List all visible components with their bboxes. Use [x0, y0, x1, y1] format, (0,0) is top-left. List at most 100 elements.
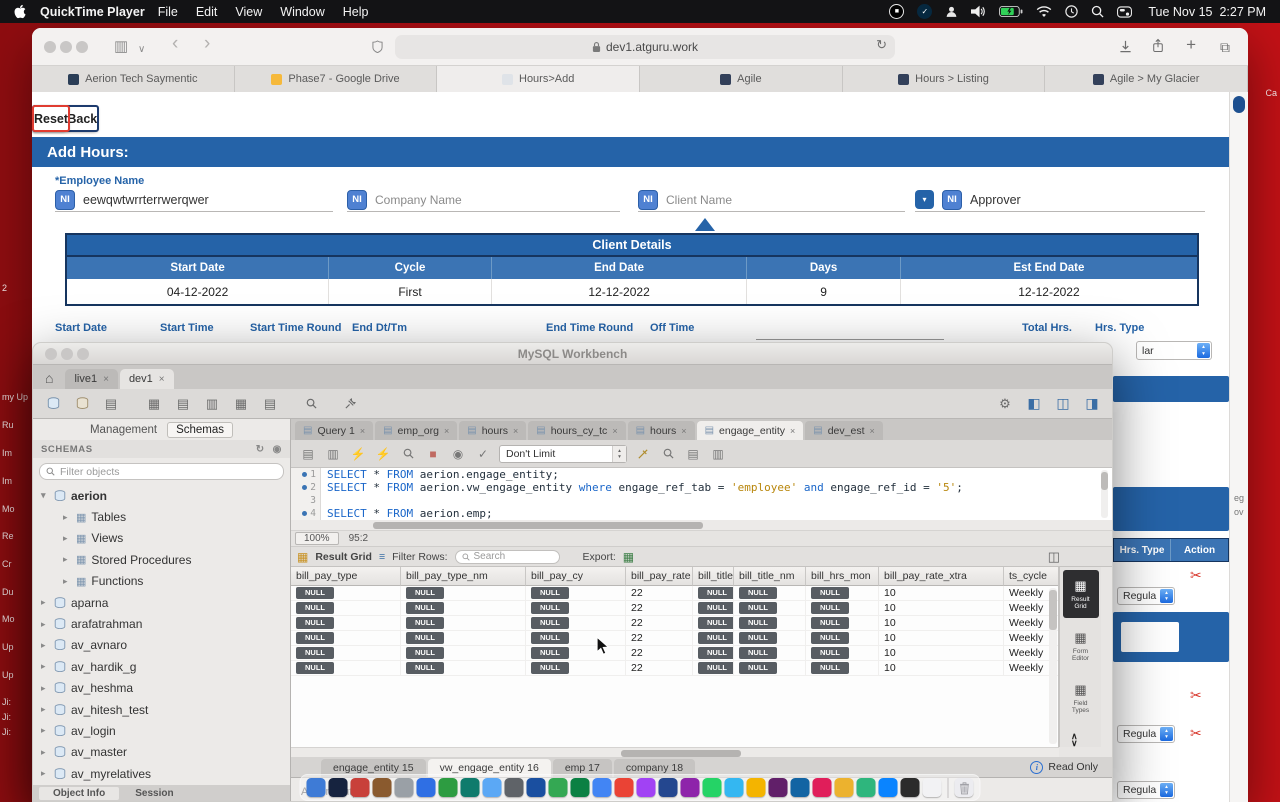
sidebar-bottom-tab[interactable]: Object Info — [39, 787, 119, 800]
grid-cell[interactable]: NULL — [693, 631, 734, 645]
execute-current-icon[interactable]: ⚡ — [374, 445, 392, 463]
back-icon[interactable]: ‹ — [172, 34, 178, 54]
tree-collapsed-icon[interactable]: ▸ — [41, 747, 49, 758]
menubar-menu-item[interactable]: Window — [280, 5, 324, 19]
info-icon[interactable]: i — [1030, 761, 1043, 774]
column-header[interactable]: bill_hrs_mon — [806, 567, 879, 586]
approver-dropdown-icon[interactable]: ▾ — [915, 190, 934, 209]
window-zoom-button[interactable] — [77, 348, 89, 360]
grid-cell[interactable]: 10 — [879, 631, 1004, 645]
close-icon[interactable]: × — [513, 426, 518, 436]
grid-cell[interactable]: NULL — [291, 661, 401, 675]
dock-app-icon[interactable] — [813, 778, 832, 797]
tree-collapsed-icon[interactable]: ▸ — [41, 661, 49, 672]
schema-tree-item[interactable]: ▸ av_master — [33, 742, 290, 763]
tree-collapsed-icon[interactable]: ▸ — [41, 725, 49, 736]
schema-tree-item-aerion[interactable]: ▾ aerion — [33, 485, 290, 506]
tree-collapsed-icon[interactable]: ▸ — [63, 576, 71, 587]
dock-app-icon[interactable] — [879, 778, 898, 797]
tree-collapsed-icon[interactable]: ▸ — [41, 597, 49, 608]
user-icon[interactable] — [945, 5, 958, 18]
export-recordset-icon[interactable]: ▦ — [623, 550, 634, 564]
hrs-type-row-select[interactable]: Regula ▴▾ — [1117, 725, 1175, 743]
tree-collapsed-icon[interactable]: ▸ — [41, 640, 49, 651]
menubar-menu-item[interactable]: File — [158, 5, 178, 19]
toggle-output-panel-icon[interactable]: ◫ — [1053, 394, 1073, 414]
grid-cell[interactable]: NULL — [526, 616, 626, 630]
grid-cell[interactable]: NULL — [806, 586, 879, 600]
approver-field[interactable]: ▾ NI Approver — [915, 188, 1205, 212]
share-icon[interactable] — [1152, 38, 1164, 53]
close-icon[interactable]: × — [360, 426, 365, 436]
wifi-icon[interactable] — [1036, 6, 1052, 18]
grid-cell[interactable]: NULL — [401, 601, 526, 615]
tree-collapsed-icon[interactable]: ▸ — [41, 683, 49, 694]
browser-tab[interactable]: Phase7 - Google Drive — [235, 66, 438, 92]
grid-cell[interactable]: 22 — [626, 586, 693, 600]
grid-cell[interactable]: NULL — [693, 661, 734, 675]
tree-collapsed-icon[interactable]: ▸ — [63, 512, 71, 523]
shield-check-icon[interactable]: ✓ — [917, 4, 932, 19]
dock-app-icon[interactable] — [395, 778, 414, 797]
window-close-button[interactable] — [45, 348, 57, 360]
schema-tree-item[interactable]: ▸ av_avnaro — [33, 635, 290, 656]
grid-cell[interactable]: NULL — [806, 601, 879, 615]
grid-cell[interactable]: NULL — [734, 661, 806, 675]
inspector-icon[interactable] — [301, 394, 321, 414]
schema-tree-item[interactable]: ▸ av_login — [33, 720, 290, 741]
page-scrollbar[interactable]: eg ov — [1229, 92, 1248, 802]
toggle-result-panel-icon[interactable]: ◫ — [1048, 549, 1060, 565]
close-icon[interactable]: × — [103, 374, 109, 385]
filter-rows-search-input[interactable]: Search — [455, 550, 560, 564]
tree-collapsed-icon[interactable]: ▸ — [41, 768, 49, 779]
column-header[interactable]: bill_pay_type_nm — [401, 567, 526, 586]
table-row[interactable]: NULLNULLNULL22NULLNULLNULL10Weekly — [291, 631, 1059, 646]
volume-icon[interactable] — [971, 5, 986, 18]
dock-app-icon[interactable] — [791, 778, 810, 797]
find-icon[interactable] — [659, 445, 677, 463]
browser-tab[interactable]: Aerion Tech Saymentic — [32, 66, 235, 92]
grid-cell[interactable]: NULL — [693, 646, 734, 660]
window-minimize-button[interactable] — [60, 41, 72, 53]
close-icon[interactable]: × — [681, 426, 686, 436]
table-row[interactable]: NULLNULLNULL22NULLNULLNULL10Weekly — [291, 661, 1059, 676]
scrollbar-thumb[interactable] — [1233, 96, 1245, 113]
delete-row-scissors-icon[interactable]: ✂ — [1190, 687, 1202, 704]
sql-editor[interactable]: 1 SELECT * FROM aerion.engage_entity; 2 … — [291, 468, 1112, 520]
dock-app-icon[interactable] — [835, 778, 854, 797]
tree-expanded-icon[interactable]: ▾ — [41, 490, 49, 501]
grid-cell[interactable]: 22 — [626, 601, 693, 615]
forward-icon[interactable]: › — [204, 34, 210, 54]
collapse-chevrons-icon[interactable]: ∧∨ — [1071, 733, 1078, 747]
grid-cell[interactable]: NULL — [734, 601, 806, 615]
hrs-type-select[interactable]: lar ▴▾ — [1136, 341, 1212, 360]
dock-app-icon[interactable] — [351, 778, 370, 797]
grid-cell[interactable]: NULL — [526, 631, 626, 645]
table-row[interactable]: NULLNULLNULL22NULLNULLNULL10Weekly — [291, 646, 1059, 661]
hrs-type-row-select[interactable]: Regula ▴▾ — [1117, 587, 1175, 605]
spotlight-search-icon[interactable] — [1091, 5, 1104, 18]
tab-overview-icon[interactable]: ⧉ — [1220, 37, 1230, 57]
code-line[interactable]: 1 SELECT * FROM aerion.engage_entity; — [291, 468, 1112, 481]
close-icon[interactable]: × — [159, 374, 165, 385]
query-tab[interactable]: ▤ hours_cy_tc × — [528, 421, 625, 440]
tree-collapsed-icon[interactable]: ▸ — [41, 619, 49, 630]
grid-cell[interactable]: NULL — [291, 646, 401, 660]
column-header[interactable]: bill_pay_rate — [626, 567, 693, 586]
home-tab-icon[interactable]: ⌂ — [45, 370, 53, 386]
grid-cell[interactable]: 22 — [626, 631, 693, 645]
query-tab[interactable]: ▤ hours × — [628, 421, 695, 440]
reload-icon[interactable]: ↻ — [876, 37, 887, 53]
browser-tab[interactable]: Hours > Listing — [843, 66, 1046, 92]
grid-scrollbar[interactable] — [1049, 588, 1057, 744]
grid-cell[interactable]: NULL — [734, 616, 806, 630]
row-limit-select[interactable]: Don't Limit ▴▾ — [499, 445, 627, 463]
table-row[interactable]: NULLNULLNULL22NULLNULLNULL10Weekly — [291, 601, 1059, 616]
toggle-sidebar-panel-icon[interactable]: ◧ — [1024, 394, 1044, 414]
apple-menu-icon[interactable] — [14, 4, 26, 19]
connection-tab[interactable]: dev1 × — [120, 369, 174, 389]
schema-tree-item[interactable]: ▸ arafatrahman — [33, 613, 290, 634]
schema-tree-item[interactable]: ▸ av_hardik_g — [33, 656, 290, 677]
close-icon[interactable]: × — [870, 426, 875, 436]
grid-cell[interactable]: 10 — [879, 601, 1004, 615]
